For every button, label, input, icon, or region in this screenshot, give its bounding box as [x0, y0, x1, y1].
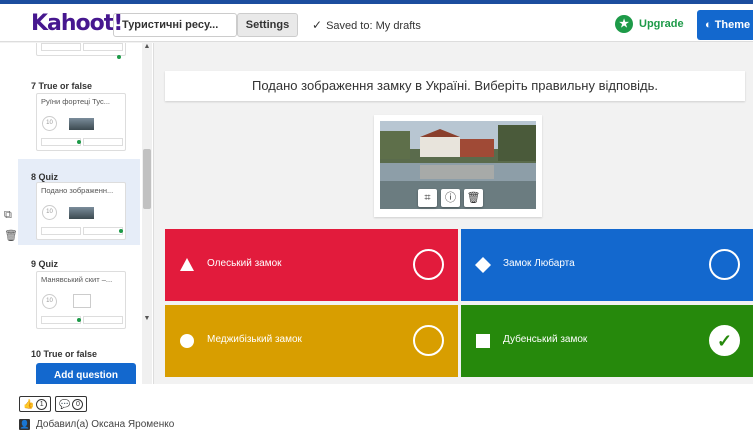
- crop-icon[interactable]: ⌗: [418, 189, 437, 207]
- slide-thumbnail: [36, 43, 126, 59]
- info-icon[interactable]: ⓘ: [441, 189, 460, 207]
- timer-icon: 10: [42, 205, 57, 220]
- slide-actions: ⧉ 🗑: [0, 43, 18, 384]
- slide-label: 7 True or false: [31, 81, 93, 91]
- slide-title: Манявський скит –...: [41, 275, 113, 284]
- correct-toggle[interactable]: [413, 249, 444, 280]
- upgrade-label: Upgrade: [639, 18, 684, 30]
- correct-toggle[interactable]: [709, 249, 740, 280]
- saved-text: Saved to: My drafts: [326, 20, 421, 32]
- header-bar: Kahoot! Туристичні ресу... Settings ✓ Sav…: [0, 4, 753, 42]
- answer-4[interactable]: Дубенський замок ✓: [461, 305, 753, 377]
- slide-label: 8 Quiz: [31, 172, 59, 182]
- saved-status: ✓ Saved to: My drafts: [312, 18, 421, 32]
- comment-button[interactable]: 💬 0: [55, 396, 88, 412]
- slide-item[interactable]: [18, 43, 140, 63]
- answer-placeholder: [83, 43, 123, 51]
- upgrade-button[interactable]: ★ Upgrade: [615, 15, 684, 33]
- answer-placeholder: [83, 138, 123, 146]
- thumbnail-image: [69, 118, 94, 130]
- slide-thumbnail: Руїни фортеці Тус... 10: [36, 93, 126, 151]
- slide-thumbnail: Подано зображенн... 10: [36, 182, 126, 240]
- correct-dot: [77, 318, 81, 322]
- question-media[interactable]: ⌗ ⓘ 🗑: [374, 115, 542, 217]
- sidebar-scrollbar[interactable]: [142, 43, 152, 384]
- slide-sidebar: ⧉ 🗑 7 True or false Руїни фортеці Тус...…: [0, 43, 154, 384]
- star-icon: ★: [615, 15, 633, 33]
- correct-dot: [119, 229, 123, 233]
- square-icon: [476, 334, 490, 348]
- delete-icon[interactable]: 🗑: [4, 229, 18, 242]
- answer-placeholder: [41, 316, 81, 324]
- timer-icon: 10: [42, 116, 57, 131]
- timer-icon: 10: [42, 294, 57, 309]
- media-toolbar: ⌗ ⓘ 🗑: [418, 189, 483, 207]
- question-text[interactable]: Подано зображення замку в Україні. Вибер…: [165, 71, 745, 101]
- palette-icon: ◐: [705, 19, 715, 31]
- circle-icon: [180, 334, 194, 348]
- answer-1-text[interactable]: Олеський замок: [207, 258, 282, 269]
- comment-icon: 💬: [59, 398, 71, 409]
- correct-dot: [77, 140, 81, 144]
- kahoot-logo[interactable]: Kahoot!: [31, 11, 123, 36]
- answer-3-text[interactable]: Меджибізький замок: [207, 334, 302, 345]
- answer-placeholder: [41, 43, 81, 51]
- thumbs-up-icon: 👍: [23, 398, 35, 409]
- comment-count: 0: [72, 398, 84, 410]
- answer-2-text[interactable]: Замок Любарта: [503, 258, 575, 269]
- triangle-icon: [180, 258, 194, 271]
- themes-label: Theme: [714, 19, 751, 31]
- answer-1[interactable]: Олеський замок: [165, 229, 458, 301]
- scroll-down-icon[interactable]: ▼: [142, 315, 152, 322]
- question-editor: Подано зображення замку в Україні. Вибер…: [154, 43, 753, 384]
- themes-button[interactable]: ◐ Theme: [697, 10, 753, 40]
- trash-icon[interactable]: 🗑: [464, 189, 483, 207]
- like-count: 1: [36, 398, 48, 410]
- slide-item-9[interactable]: 9 Quiz Манявський скит –... 10: [18, 253, 140, 339]
- author-text: Добавил(а) Оксана Яроменко: [36, 419, 175, 430]
- add-question-button[interactable]: Add question: [36, 363, 136, 384]
- reaction-buttons: 👍 1 💬 0: [19, 396, 88, 412]
- duplicate-icon[interactable]: ⧉: [4, 209, 12, 222]
- thumbnail-image: [69, 207, 94, 219]
- image-placeholder-icon: [73, 294, 91, 308]
- answer-placeholder: [83, 227, 123, 235]
- slide-title: Руїни фортеці Тус...: [41, 97, 110, 106]
- author-line: 👤 Добавил(а) Оксана Яроменко: [19, 419, 174, 430]
- like-button[interactable]: 👍 1: [19, 396, 52, 412]
- slide-label: 10 True or false: [31, 349, 98, 359]
- answer-placeholder: [83, 316, 123, 324]
- check-icon: ✓: [312, 18, 323, 32]
- answer-placeholder: [41, 227, 81, 235]
- slide-label: 9 Quiz: [31, 259, 59, 269]
- diamond-icon: [475, 257, 491, 273]
- correct-check-icon[interactable]: ✓: [709, 325, 740, 356]
- answer-4-text[interactable]: Дубенський замок: [503, 334, 587, 345]
- correct-dot: [117, 55, 121, 59]
- slide-item-7[interactable]: 7 True or false Руїни фортеці Тус... 10: [18, 73, 140, 153]
- settings-button[interactable]: Settings: [237, 13, 298, 37]
- kahoot-title-field[interactable]: Туристичні ресу...: [113, 13, 237, 37]
- slide-thumbnail: Манявський скит –... 10: [36, 271, 126, 329]
- slide-list: 7 True or false Руїни фортеці Тус... 10 …: [18, 43, 140, 384]
- answer-3[interactable]: Меджибізький замок: [165, 305, 458, 377]
- slide-item-8[interactable]: 8 Quiz Подано зображенн... 10: [18, 159, 140, 245]
- kahoot-editor-window: Kahoot! Туристичні ресу... Settings ✓ Sav…: [0, 0, 753, 384]
- slide-title: Подано зображенн...: [41, 186, 114, 195]
- correct-toggle[interactable]: [413, 325, 444, 356]
- answer-placeholder: [41, 138, 81, 146]
- answer-2[interactable]: Замок Любарта: [461, 229, 753, 301]
- user-icon: 👤: [19, 419, 30, 430]
- scroll-up-icon[interactable]: ▲: [142, 43, 152, 50]
- scrollbar-thumb[interactable]: [143, 149, 151, 209]
